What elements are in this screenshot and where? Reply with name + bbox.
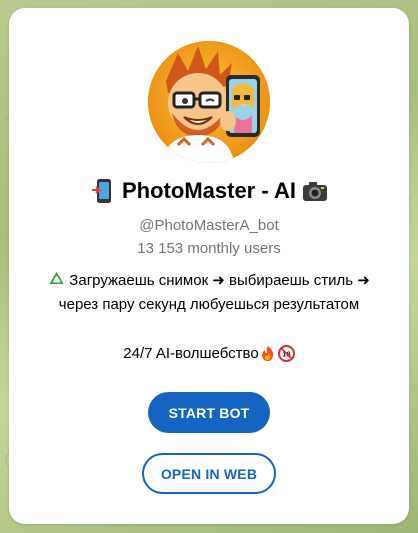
tagline-text: 24/7 AI-волшебство (123, 345, 259, 362)
bot-profile-card: PhotoMaster - AI @PhotoMasterA_bot 13 15… (9, 8, 409, 524)
bot-tagline: 24/7 AI-волшебство 18 (9, 345, 409, 362)
bot-avatar (148, 41, 270, 163)
phone-emoji-icon (90, 178, 116, 204)
open-in-web-button[interactable]: OPEN IN WEB (142, 453, 276, 494)
camera-emoji-icon (302, 178, 328, 204)
bot-username: @PhotoMasterA_bot (139, 217, 279, 234)
bot-description: Загружаешь снимок ➜ выбираешь стиль ➜ че… (29, 269, 389, 317)
description-line-2: через пару секунд любуешься результатом (58, 296, 360, 313)
fire-emoji-icon (260, 345, 277, 362)
eighteen-plus-emoji-icon: 18 (277, 345, 295, 362)
avatar-illustration-icon (148, 41, 270, 163)
recycle-emoji-icon (48, 271, 65, 288)
start-bot-button[interactable]: START BOT (148, 392, 270, 433)
monthly-users-count: 13 153 monthly users (137, 240, 281, 257)
bot-title: PhotoMaster - AI (9, 178, 409, 204)
description-line-1: Загружаешь снимок ➜ выбираешь стиль ➜ (69, 272, 370, 289)
bot-name: PhotoMaster - AI (122, 178, 296, 203)
